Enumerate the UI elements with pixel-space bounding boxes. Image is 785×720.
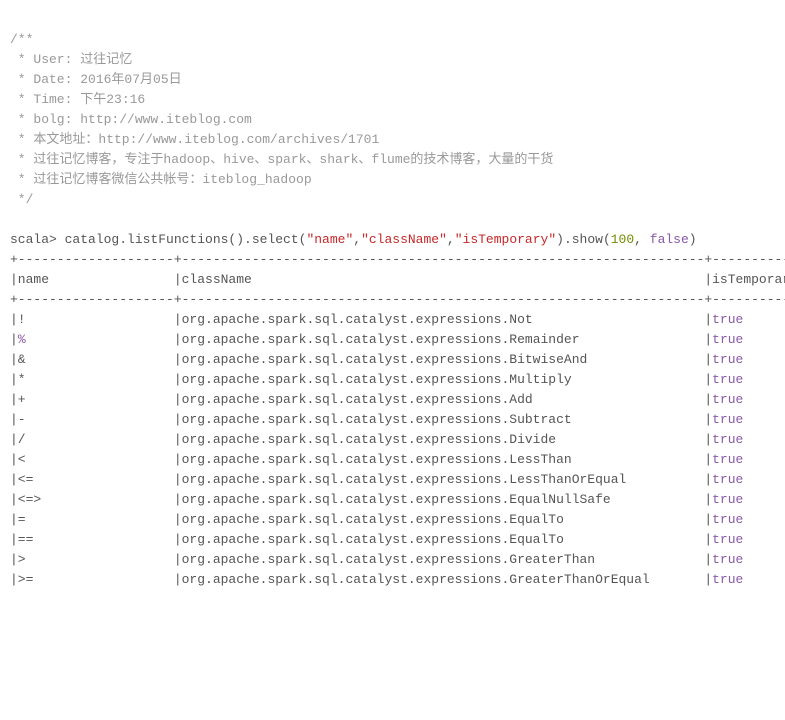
table-row: |== |org.apache.spark.sql.catalyst.expre… <box>10 532 785 547</box>
table-cell-istemporary: true <box>712 352 743 367</box>
table-row: |+ |org.apache.spark.sql.catalyst.expres… <box>10 392 785 407</box>
code-string-arg: "name" <box>306 232 353 247</box>
table-row: |<= |org.apache.spark.sql.catalyst.expre… <box>10 472 785 487</box>
table-row: |= |org.apache.spark.sql.catalyst.expres… <box>10 512 785 527</box>
table-cell-name: % <box>18 332 26 347</box>
table-row: |< |org.apache.spark.sql.catalyst.expres… <box>10 452 785 467</box>
code-bool: false <box>650 232 689 247</box>
output-table: +--------------------+------------------… <box>10 252 785 587</box>
table-cell-istemporary: true <box>712 412 743 427</box>
table-row: |/ |org.apache.spark.sql.catalyst.expres… <box>10 432 785 447</box>
code-string-arg: "isTemporary" <box>455 232 556 247</box>
table-row: |* |org.apache.spark.sql.catalyst.expres… <box>10 372 785 387</box>
table-row: |& |org.apache.spark.sql.catalyst.expres… <box>10 352 785 367</box>
code-number: 100 <box>611 232 634 247</box>
table-cell-istemporary: true <box>712 492 743 507</box>
table-row: |> |org.apache.spark.sql.catalyst.expres… <box>10 552 785 567</box>
table-cell-istemporary: true <box>712 572 743 587</box>
code-punct: , <box>634 232 650 247</box>
table-cell-istemporary: true <box>712 312 743 327</box>
table-row: |>= |org.apache.spark.sql.catalyst.expre… <box>10 572 785 587</box>
table-cell-istemporary: true <box>712 472 743 487</box>
table-cell-istemporary: true <box>712 432 743 447</box>
table-row: |% |org.apache.spark.sql.catalyst.expres… <box>10 332 785 347</box>
table-row: |! |org.apache.spark.sql.catalyst.expres… <box>10 312 785 327</box>
table-cell-istemporary: true <box>712 372 743 387</box>
table-row: |<=> |org.apache.spark.sql.catalyst.expr… <box>10 492 785 507</box>
code-line: scala> catalog.listFunctions().select("n… <box>10 232 697 247</box>
table-cell-istemporary: true <box>712 532 743 547</box>
table-cell-istemporary: true <box>712 452 743 467</box>
table-cell-istemporary: true <box>712 392 743 407</box>
code-string-arg: "className" <box>361 232 447 247</box>
table-cell-istemporary: true <box>712 512 743 527</box>
table-row: |- |org.apache.spark.sql.catalyst.expres… <box>10 412 785 427</box>
code-comment-block: /** * User: 过往记忆 * Date: 2016年07月05日 * T… <box>10 32 553 207</box>
table-cell-istemporary: true <box>712 332 743 347</box>
table-cell-istemporary: true <box>712 552 743 567</box>
